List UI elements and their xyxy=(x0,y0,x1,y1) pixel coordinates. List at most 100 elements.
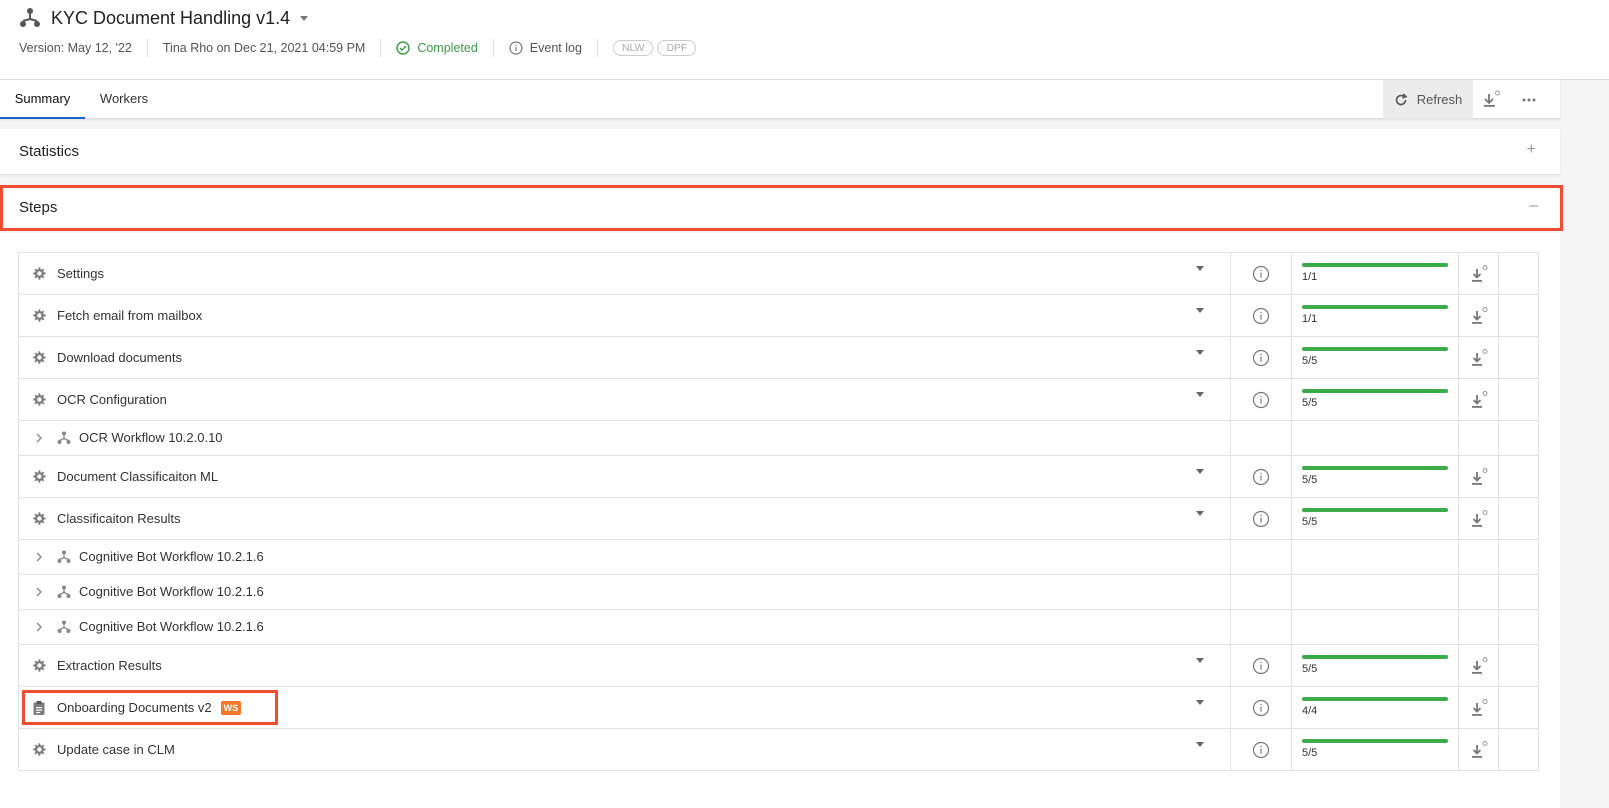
step-row[interactable]: Download documents 5/5 xyxy=(19,337,1538,379)
step-row[interactable]: OCR Configuration 5/5 xyxy=(19,379,1538,421)
download-link-icon[interactable] xyxy=(1468,739,1490,761)
collapse-icon[interactable]: – xyxy=(1529,197,1538,215)
steps-section-header[interactable]: Steps – xyxy=(0,185,1563,231)
step-extra-cell xyxy=(1499,575,1539,609)
download-link-icon[interactable] xyxy=(1468,697,1490,719)
tag[interactable]: DPF xyxy=(657,40,697,56)
chevron-down-icon[interactable] xyxy=(1196,510,1204,516)
chevron-down-icon[interactable] xyxy=(1196,468,1204,474)
download-link-icon[interactable] xyxy=(1468,263,1490,285)
chevron-down-icon[interactable] xyxy=(1196,657,1204,663)
chevron-right-icon[interactable] xyxy=(33,621,45,633)
title-row[interactable]: KYC Document Handling v1.4 xyxy=(19,6,309,30)
workflow-label: Cognitive Bot Workflow 10.2.1.6 xyxy=(79,549,264,564)
step-download-cell xyxy=(1459,610,1499,644)
progress-fill xyxy=(1302,508,1448,512)
download-link-icon[interactable] xyxy=(1468,389,1490,411)
info-icon[interactable] xyxy=(1252,349,1270,367)
step-extra-cell xyxy=(1499,729,1539,770)
workflow-row[interactable]: Cognitive Bot Workflow 10.2.1.6 xyxy=(19,575,1538,610)
chevron-right-icon[interactable] xyxy=(33,432,45,444)
progress-fill xyxy=(1302,305,1448,309)
step-progress-cell xyxy=(1292,421,1459,455)
download-link-icon[interactable] xyxy=(1468,655,1490,677)
chevron-down-icon[interactable] xyxy=(1196,349,1204,355)
refresh-button[interactable]: Refresh xyxy=(1383,80,1473,119)
step-label: Onboarding Documents v2 xyxy=(57,699,212,715)
step-download-cell xyxy=(1459,729,1499,770)
progress-fill xyxy=(1302,739,1448,743)
tag[interactable]: NLW xyxy=(612,40,654,56)
progress-fill xyxy=(1302,466,1448,470)
tab-workers[interactable]: Workers xyxy=(85,80,163,119)
step-label-wrap: Update case in CLM xyxy=(57,742,175,758)
chevron-right-icon[interactable] xyxy=(33,586,45,598)
download-button[interactable] xyxy=(1475,80,1509,119)
step-info-cell xyxy=(1231,575,1292,609)
step-label: Update case in CLM xyxy=(57,741,175,757)
workflow-icon xyxy=(57,585,71,599)
step-label-wrap: Settings xyxy=(57,266,104,282)
info-icon[interactable] xyxy=(1252,657,1270,675)
step-row[interactable]: Onboarding Documents v2 WS 4/4 xyxy=(19,687,1538,729)
step-label: Document Classificaiton ML xyxy=(57,468,219,484)
step-row[interactable]: Classificaiton Results 5/5 xyxy=(19,498,1538,540)
more-options-button[interactable] xyxy=(1512,80,1546,119)
step-info-cell xyxy=(1231,421,1292,455)
step-row[interactable]: Document Classificaiton ML 5/5 xyxy=(19,456,1538,498)
download-link-icon[interactable] xyxy=(1468,347,1490,369)
download-link-icon[interactable] xyxy=(1468,508,1490,530)
step-download-cell xyxy=(1459,421,1499,455)
step-row[interactable]: Settings 1/1 xyxy=(19,253,1538,295)
step-download-cell xyxy=(1459,498,1499,539)
step-extra-cell xyxy=(1499,687,1539,728)
statistics-section[interactable]: Statistics + xyxy=(0,129,1560,175)
chevron-down-icon[interactable] xyxy=(1196,307,1204,313)
chevron-down-icon[interactable] xyxy=(1196,265,1204,271)
progress-count: 4/4 xyxy=(1302,705,1318,717)
chevron-right-icon[interactable] xyxy=(33,551,45,563)
tabs-bar: Summary Workers Refresh xyxy=(0,80,1560,119)
step-row[interactable]: Extraction Results 5/5 xyxy=(19,645,1538,687)
step-row[interactable]: Fetch email from mailbox 1/1 xyxy=(19,295,1538,337)
download-link-icon[interactable] xyxy=(1468,305,1490,327)
step-extra-cell xyxy=(1499,498,1539,539)
info-icon[interactable] xyxy=(1252,741,1270,759)
workflow-icon xyxy=(57,620,71,634)
event-log-link[interactable]: Event log xyxy=(492,39,597,57)
info-icon[interactable] xyxy=(1252,391,1270,409)
more-icon xyxy=(1522,98,1536,101)
info-icon[interactable] xyxy=(1252,307,1270,325)
info-icon[interactable] xyxy=(1252,265,1270,283)
refresh-label: Refresh xyxy=(1416,92,1463,107)
chevron-down-icon[interactable] xyxy=(1196,741,1204,747)
gear-icon xyxy=(31,266,47,282)
step-name-cell: Cognitive Bot Workflow 10.2.1.6 xyxy=(19,610,1231,644)
info-icon[interactable] xyxy=(1252,510,1270,528)
step-extra-cell xyxy=(1499,295,1539,336)
chevron-down-icon[interactable] xyxy=(300,15,309,21)
workflow-row[interactable]: Cognitive Bot Workflow 10.2.1.6 xyxy=(19,540,1538,575)
download-link-icon[interactable] xyxy=(1468,466,1490,488)
progress-count: 5/5 xyxy=(1302,663,1318,675)
event-log-label: Event log xyxy=(529,41,582,55)
chevron-down-icon[interactable] xyxy=(1196,391,1204,397)
info-icon[interactable] xyxy=(1252,699,1270,717)
gear-icon xyxy=(31,350,47,366)
workflow-row[interactable]: OCR Workflow 10.2.0.10 xyxy=(19,421,1538,456)
step-extra-cell xyxy=(1499,540,1539,574)
workflow-icon xyxy=(57,550,71,564)
step-label: OCR Configuration xyxy=(57,391,167,407)
step-info-cell xyxy=(1231,729,1292,770)
info-icon[interactable] xyxy=(1252,468,1270,486)
tab-summary[interactable]: Summary xyxy=(0,80,85,119)
step-progress-cell xyxy=(1292,575,1459,609)
step-label-wrap: Document Classificaiton ML xyxy=(57,469,218,485)
step-row[interactable]: Update case in CLM 5/5 xyxy=(19,729,1538,771)
expand-icon[interactable]: + xyxy=(1527,141,1536,159)
chevron-down-icon[interactable] xyxy=(1196,699,1204,705)
progress-bar xyxy=(1302,389,1448,393)
step-progress-cell xyxy=(1292,610,1459,644)
step-name-cell: Settings xyxy=(19,253,1231,294)
workflow-row[interactable]: Cognitive Bot Workflow 10.2.1.6 xyxy=(19,610,1538,645)
